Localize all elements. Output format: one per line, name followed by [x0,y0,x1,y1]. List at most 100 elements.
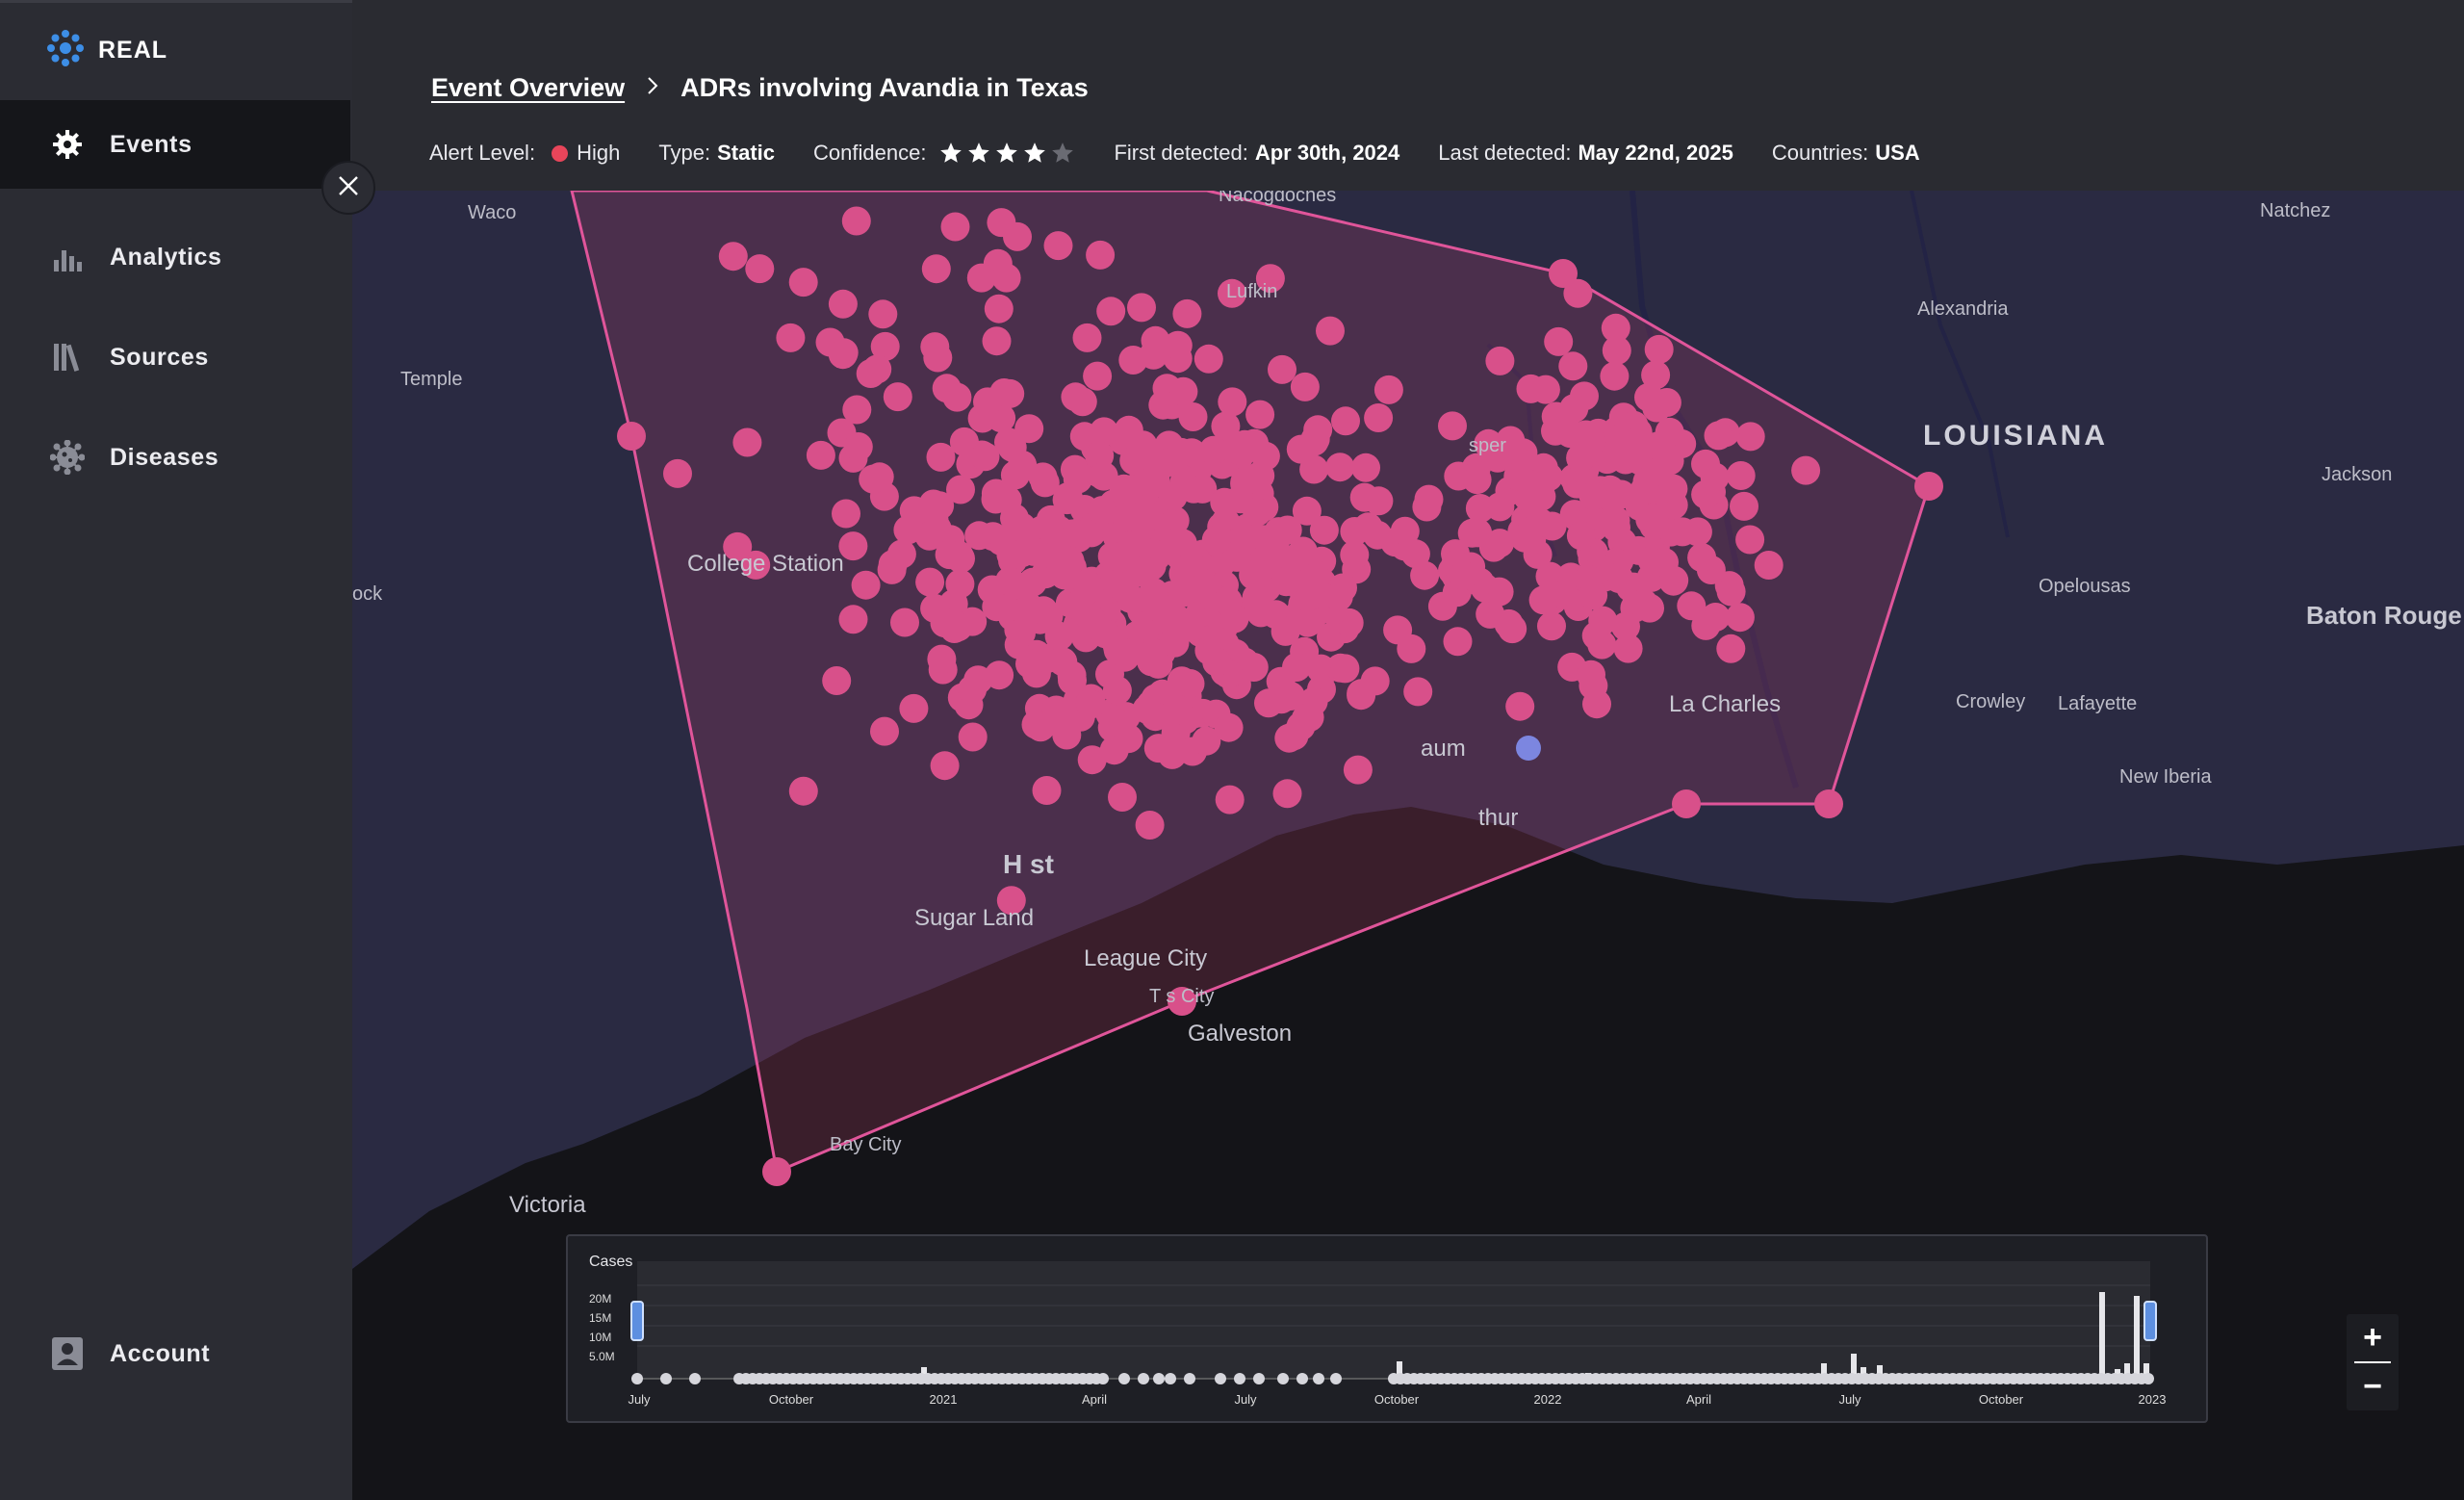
case-marker[interactable] [1600,361,1630,391]
case-marker[interactable] [1668,517,1697,547]
case-marker[interactable] [1290,372,1320,401]
case-marker[interactable] [1438,411,1467,441]
case-marker[interactable] [1282,653,1311,682]
case-marker[interactable] [1353,512,1383,542]
case-marker[interactable] [890,608,919,637]
case-marker[interactable] [1135,811,1165,840]
case-marker[interactable] [1347,679,1376,709]
case-marker[interactable] [1373,375,1403,404]
case-marker[interactable] [828,289,858,319]
case-marker[interactable] [1549,580,1578,609]
selected-location-marker[interactable] [1516,736,1541,761]
case-marker[interactable] [1635,593,1664,623]
case-marker[interactable] [1215,785,1245,815]
brand[interactable]: REAL [46,29,167,71]
case-marker[interactable] [843,432,873,461]
case-marker[interactable] [1530,375,1560,404]
case-marker[interactable] [851,570,881,600]
case-marker[interactable] [1063,590,1092,620]
case-marker[interactable] [1463,518,1493,548]
case-marker[interactable] [1202,647,1232,677]
case-marker[interactable] [1175,669,1205,698]
case-marker[interactable] [899,693,929,723]
case-marker[interactable] [926,442,956,472]
case-marker[interactable] [1231,466,1260,496]
case-marker[interactable] [1644,334,1674,364]
case-marker[interactable] [914,521,944,551]
case-marker[interactable] [970,442,1000,472]
case-marker[interactable] [1132,694,1162,724]
case-marker[interactable] [982,326,1012,356]
case-marker[interactable] [1659,565,1689,595]
case-marker[interactable] [1029,596,1059,626]
case-marker[interactable] [1268,354,1296,384]
case-marker[interactable] [1578,481,1608,510]
case-marker[interactable] [1349,482,1379,512]
case-marker[interactable] [1611,611,1640,641]
case-marker[interactable] [1677,591,1707,621]
case-marker[interactable] [1636,503,1666,532]
case-marker[interactable] [1168,578,1197,608]
case-marker[interactable] [1582,689,1611,719]
case-marker[interactable] [762,1157,791,1186]
case-marker[interactable] [1791,455,1821,485]
case-marker[interactable] [1351,453,1380,482]
case-marker[interactable] [1134,584,1164,614]
case-marker[interactable] [1178,402,1208,431]
case-marker[interactable] [958,675,988,705]
case-marker[interactable] [1443,627,1473,657]
case-marker[interactable] [1293,608,1322,637]
case-marker[interactable] [1116,530,1146,560]
case-marker[interactable] [1601,313,1630,343]
case-marker[interactable] [1343,755,1373,785]
case-marker[interactable] [1083,361,1113,391]
case-marker[interactable] [985,660,1014,690]
case-marker[interactable] [1537,511,1567,541]
case-marker[interactable] [1108,783,1137,812]
case-marker[interactable] [973,387,1002,417]
case-marker[interactable] [1223,435,1253,465]
case-marker[interactable] [1390,516,1420,546]
case-marker[interactable] [1135,641,1165,671]
case-marker[interactable] [878,550,908,580]
case-marker[interactable] [1003,221,1032,251]
case-marker[interactable] [617,422,646,451]
case-marker[interactable] [1726,461,1756,490]
case-marker[interactable] [663,458,692,488]
case-marker[interactable] [1154,737,1184,766]
case-marker[interactable] [1323,582,1353,611]
case-marker[interactable] [1316,316,1345,346]
case-marker[interactable] [776,323,806,352]
case-marker[interactable] [984,294,1014,323]
case-marker[interactable] [822,666,852,695]
case-marker[interactable] [1555,419,1585,449]
case-marker[interactable] [1309,515,1339,545]
case-marker[interactable] [1127,293,1156,323]
case-marker[interactable] [806,440,835,470]
sidebar-item-sources[interactable]: Sources [0,313,350,401]
case-marker[interactable] [1383,615,1413,645]
case-marker[interactable] [1300,424,1330,453]
case-marker[interactable] [1716,577,1746,607]
case-marker[interactable] [995,566,1025,596]
case-marker[interactable] [1214,712,1244,742]
case-marker[interactable] [921,254,951,284]
collapse-sidebar-button[interactable] [321,161,375,215]
case-marker[interactable] [1566,521,1596,551]
case-marker[interactable] [1106,636,1136,666]
case-marker[interactable] [1658,474,1688,504]
case-marker[interactable] [1704,421,1733,451]
case-marker[interactable] [1015,649,1044,679]
case-marker[interactable] [946,544,975,574]
case-marker[interactable] [1264,517,1294,547]
case-marker[interactable] [1086,240,1116,270]
case-marker[interactable] [942,382,972,412]
case-marker[interactable] [915,567,945,597]
case-marker[interactable] [1754,551,1784,580]
case-marker[interactable] [1601,505,1630,535]
case-marker[interactable] [1296,581,1326,610]
case-marker[interactable] [1403,677,1433,707]
case-marker[interactable] [1330,654,1360,684]
case-marker[interactable] [788,776,818,806]
case-marker[interactable] [832,499,860,529]
